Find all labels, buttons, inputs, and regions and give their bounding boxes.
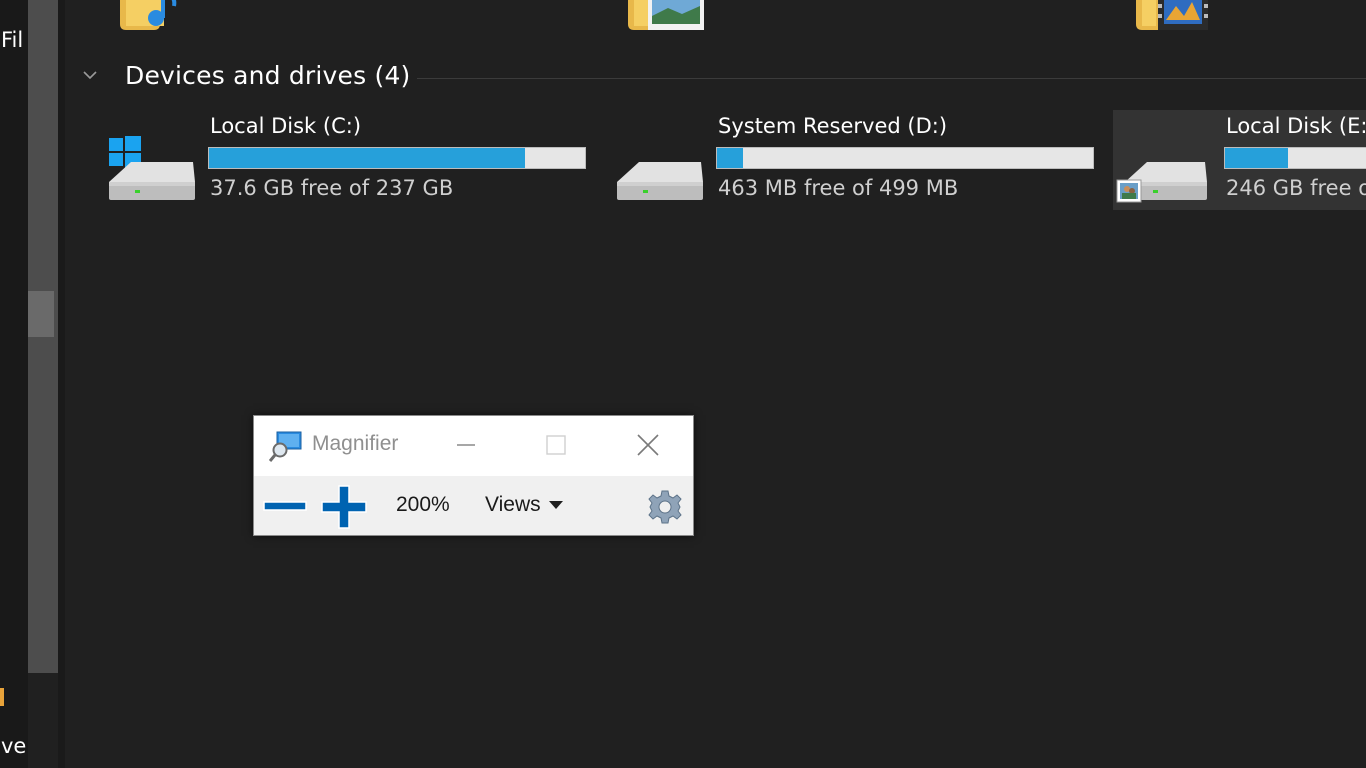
minimize-button[interactable]: [444, 426, 488, 464]
drive-item-e[interactable]: Local Disk (E:) 246 GB free of: [1113, 110, 1366, 210]
nav-item-saved[interactable]: ved: [1, 734, 27, 758]
nav-item-marker: [0, 688, 4, 706]
drive-usage-bar: [1224, 147, 1366, 169]
drive-free-space: 463 MB free of 499 MB: [718, 176, 959, 200]
videos-folder-icon[interactable]: [1136, 0, 1226, 36]
drive-name: Local Disk (C:): [210, 114, 362, 138]
drive-usage-bar: [208, 147, 586, 169]
drive-usage-bar: [716, 147, 1094, 169]
drive-usage-fill: [1225, 148, 1289, 168]
pictures-folder-icon[interactable]: [628, 0, 718, 36]
windows-drive-icon: [109, 136, 195, 200]
views-label: Views: [485, 493, 541, 516]
drive-name: Local Disk (E:): [1226, 114, 1366, 138]
nav-scrollbar-thumb[interactable]: [28, 291, 54, 337]
drive-usage-fill: [209, 148, 525, 168]
drive-item-d[interactable]: System Reserved (D:) 463 MB free of 499 …: [613, 110, 1103, 210]
nav-scrollbar[interactable]: [28, 0, 58, 673]
chevron-down-icon[interactable]: [83, 68, 97, 82]
zoom-level: 200%: [396, 493, 450, 516]
navigation-pane: Fil ved: [0, 0, 28, 768]
magnifier-app-icon: [269, 431, 302, 462]
section-title: Devices and drives (4): [125, 61, 411, 90]
drive-usage-fill: [717, 148, 744, 168]
drive-name: System Reserved (D:): [718, 114, 948, 138]
drive-free-space: 246 GB free of: [1226, 176, 1366, 200]
file-explorer-content: Devices and drives (4) Local Disk (C:) 3…: [65, 0, 1366, 768]
hard-drive-icon: [617, 162, 703, 200]
drive-item-c[interactable]: Local Disk (C:) 37.6 GB free of 237 GB: [105, 110, 595, 210]
magnifier-window[interactable]: Magnifier 200% Views: [253, 415, 694, 536]
section-divider: [417, 78, 1366, 79]
magnifier-toolbar: 200% Views: [254, 476, 693, 535]
pane-divider[interactable]: [58, 0, 65, 768]
caret-down-icon: [548, 501, 563, 510]
drive-free-space: 37.6 GB free of 237 GB: [210, 176, 454, 200]
devices-section-header[interactable]: Devices and drives (4): [79, 60, 1366, 96]
magnifier-titlebar[interactable]: Magnifier: [254, 416, 693, 476]
music-folder-icon[interactable]: [120, 0, 210, 36]
magnifier-title: Magnifier: [312, 432, 399, 455]
media-drive-icon: [1116, 162, 1207, 203]
zoom-in-button[interactable]: [320, 484, 368, 530]
maximize-button[interactable]: [534, 426, 578, 464]
views-dropdown[interactable]: Views: [485, 493, 563, 517]
zoom-out-button[interactable]: [262, 488, 308, 526]
settings-gear-icon[interactable]: [647, 489, 683, 525]
close-button[interactable]: [626, 426, 670, 464]
nav-item-file[interactable]: Fil: [1, 28, 27, 52]
